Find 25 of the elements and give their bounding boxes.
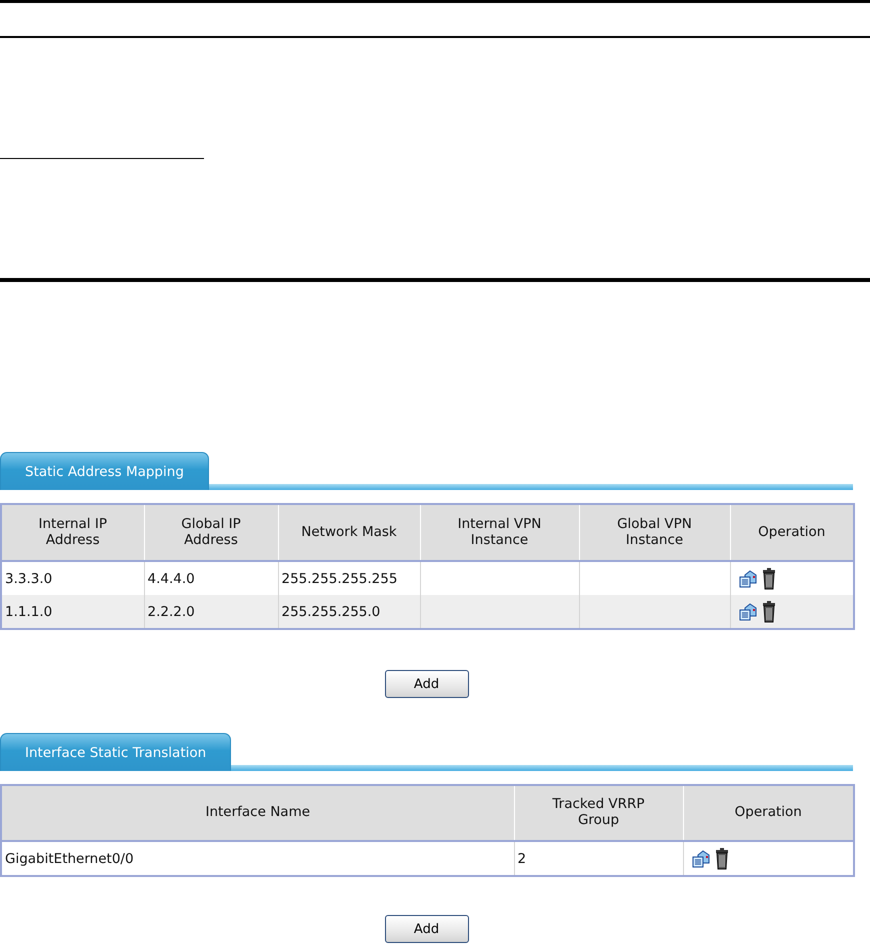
column-header: Network Mask — [301, 524, 397, 540]
documents-icon[interactable] — [738, 602, 758, 622]
documents-icon[interactable] — [738, 568, 758, 588]
table-cell: GigabitEthernet0/0 — [5, 850, 134, 866]
trash-icon[interactable] — [762, 568, 776, 590]
table-cell: 255.255.255.255 — [282, 570, 398, 586]
column-header: Operation — [734, 804, 802, 820]
add-button[interactable]: Add — [384, 670, 468, 698]
table-cell: 3.3.3.0 — [5, 570, 52, 586]
column-header: Interface Name — [205, 804, 310, 820]
documents-icon[interactable] — [690, 848, 710, 868]
trash-icon[interactable] — [714, 848, 728, 870]
column-header: Tracked VRRP Group — [552, 796, 645, 828]
column-header: Operation — [758, 524, 826, 540]
table-cell: 255.255.255.0 — [282, 604, 380, 620]
column-header: Global VPN Instance — [617, 516, 692, 548]
add-button[interactable]: Add — [384, 915, 468, 943]
column-header: Internal VPN Instance — [458, 516, 542, 548]
column-header: Internal IP Address — [38, 516, 107, 548]
table-cell: 1.1.1.0 — [5, 604, 52, 620]
table-cell: 2 — [518, 850, 526, 866]
trash-icon[interactable] — [762, 600, 776, 622]
table-cell: 2.2.2.0 — [148, 604, 195, 620]
table-cell: 4.4.4.0 — [148, 570, 195, 586]
column-header: Global IP Address — [181, 516, 241, 548]
